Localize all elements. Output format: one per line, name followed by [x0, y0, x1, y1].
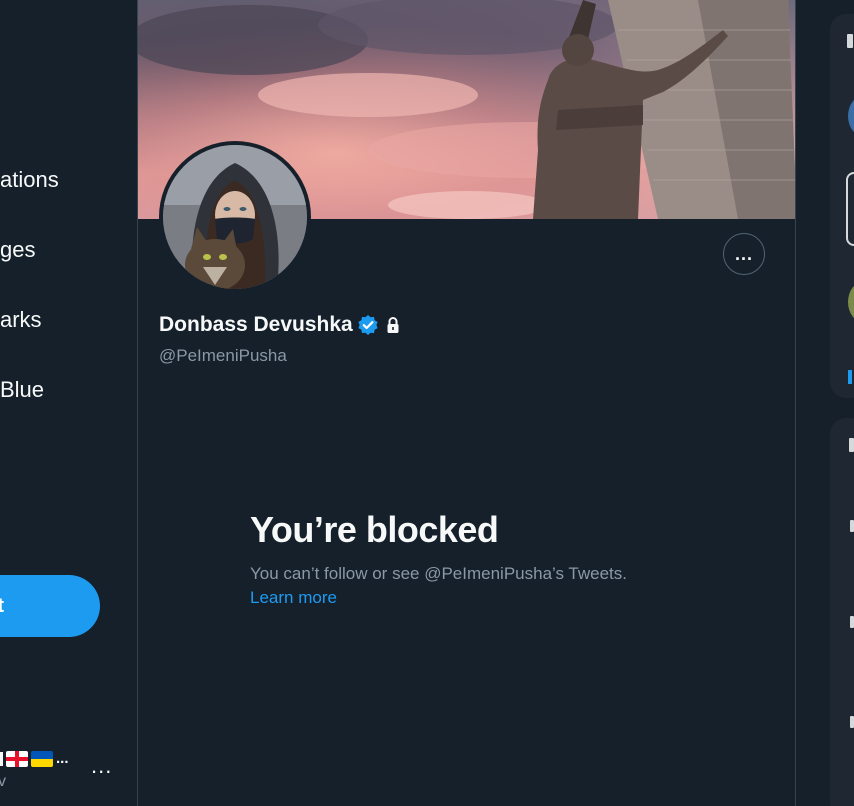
avatar-image	[163, 145, 307, 289]
account-name[interactable]: ...	[0, 750, 69, 767]
tweet-button[interactable]: t	[0, 575, 100, 637]
profile-handle: @PeImeniPusha	[159, 346, 287, 365]
who-to-follow-card	[830, 14, 854, 398]
profile-name-row: Donbass Devushka	[159, 313, 403, 337]
learn-more-link[interactable]: Learn more	[250, 588, 337, 608]
follow-button[interactable]	[846, 172, 854, 246]
profile-column: ... Donbass Devushka @PeImeniPusha You’r…	[137, 0, 796, 806]
nav-item-bookmarks[interactable]: arks	[0, 307, 42, 333]
right-sidebar	[796, 0, 854, 806]
card-title-fragment	[847, 34, 853, 48]
trends-card	[830, 418, 854, 806]
trend-item-1[interactable]	[850, 520, 854, 532]
display-name: Donbass Devushka	[159, 313, 353, 336]
blocked-title: You’re blocked	[250, 509, 499, 550]
show-more-link[interactable]	[848, 370, 852, 384]
blocked-description: You can’t follow or see @PeImeniPusha’s …	[250, 564, 627, 583]
ukraine-flag-icon	[31, 750, 53, 767]
account-name-ellipsis: ...	[56, 750, 69, 767]
nav-item-notifications[interactable]: ations	[0, 167, 59, 193]
suggestion-avatar-2[interactable]	[848, 282, 854, 322]
lock-icon	[387, 317, 399, 333]
suggestion-avatar[interactable]	[848, 96, 854, 136]
nav-item-messages[interactable]: ges	[0, 237, 35, 263]
trend-item-3[interactable]	[850, 716, 854, 728]
account-more-icon[interactable]: ...	[91, 755, 112, 777]
more-options-button[interactable]: ...	[723, 233, 765, 275]
profile-avatar[interactable]	[159, 141, 311, 293]
more-icon: ...	[734, 243, 753, 264]
account-handle: v	[0, 773, 6, 790]
verified-badge-icon[interactable]	[357, 314, 379, 336]
name-fragment	[0, 751, 3, 766]
nav-item-twitter-blue[interactable]: Blue	[0, 377, 44, 403]
georgia-flag-icon	[6, 750, 28, 767]
trend-item-2[interactable]	[850, 616, 854, 628]
trends-title-fragment	[849, 438, 854, 452]
left-navigation: ations ges arks Blue t ... v ...	[0, 0, 137, 806]
